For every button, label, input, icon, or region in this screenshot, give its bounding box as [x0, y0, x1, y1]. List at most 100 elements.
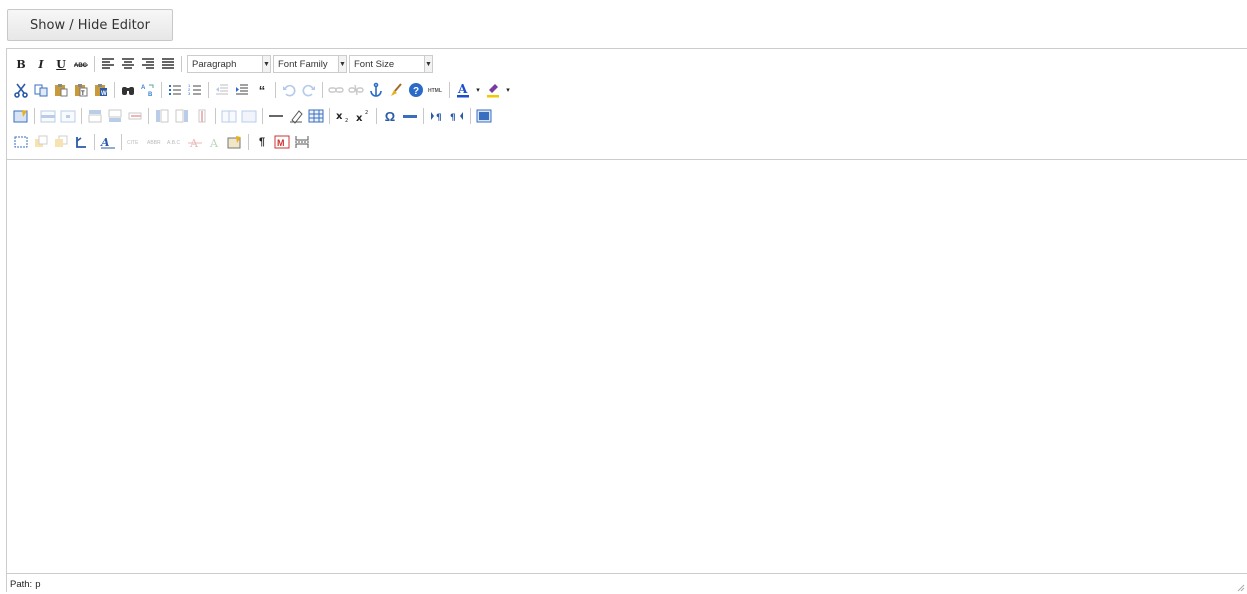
svg-text:ABBR: ABBR	[147, 140, 161, 146]
fullscreen-icon[interactable]	[476, 108, 492, 124]
table-row-props-icon[interactable]	[40, 108, 56, 124]
outdent-icon[interactable]	[214, 82, 230, 98]
non-breaking-icon[interactable]: M	[274, 134, 290, 150]
svg-text:B: B	[148, 92, 153, 98]
font-size-select[interactable]: Font Size ▼	[349, 55, 433, 73]
delete-row-icon[interactable]	[127, 108, 143, 124]
replace-icon[interactable]: AB	[140, 82, 156, 98]
path-element[interactable]: p	[35, 579, 40, 590]
ltr-icon[interactable]: ¶	[429, 108, 445, 124]
remove-format-icon[interactable]	[288, 108, 304, 124]
strikethrough-icon[interactable]: ABC	[73, 56, 89, 72]
toolbar-separator	[470, 108, 471, 124]
svg-text:¶: ¶	[450, 113, 456, 123]
toolbar-separator	[148, 108, 149, 124]
svg-text:T: T	[81, 91, 85, 97]
bold-icon[interactable]: B	[13, 56, 29, 72]
toolbar-separator	[81, 108, 82, 124]
font-color-icon[interactable]: A	[455, 82, 471, 98]
row-before-icon[interactable]	[87, 108, 103, 124]
row-after-icon[interactable]	[107, 108, 123, 124]
svg-text:CITE: CITE	[127, 140, 139, 146]
superscript-icon[interactable]: x2	[355, 108, 371, 124]
underline-icon[interactable]: U	[53, 56, 69, 72]
bullet-list-icon[interactable]	[167, 82, 183, 98]
svg-text:A: A	[100, 136, 110, 149]
toolbar-row-2: T W AB 123 “ ? HTML A ▾ ▾	[13, 80, 515, 100]
abbr-icon[interactable]: ABBR	[147, 134, 163, 150]
insert-hr-icon[interactable]	[402, 108, 418, 124]
toolbar-separator	[94, 56, 95, 72]
rtl-icon[interactable]: ¶	[449, 108, 465, 124]
show-blocks-icon[interactable]: ¶	[254, 134, 270, 150]
table-cell-props-icon[interactable]	[60, 108, 76, 124]
svg-text:3: 3	[188, 91, 191, 96]
italic-icon[interactable]: I	[33, 56, 49, 72]
toolbar-separator	[322, 82, 323, 98]
toolbar-separator	[181, 56, 182, 72]
special-char-icon[interactable]: Ω	[382, 108, 398, 124]
col-after-icon[interactable]	[174, 108, 190, 124]
align-right-icon[interactable]	[140, 56, 156, 72]
toolbar-separator	[215, 108, 216, 124]
redo-icon[interactable]	[301, 82, 317, 98]
editor-content-area[interactable]	[7, 160, 1247, 573]
col-before-icon[interactable]	[154, 108, 170, 124]
blockquote-icon[interactable]: “	[254, 82, 270, 98]
svg-text:?: ?	[413, 86, 419, 97]
indent-icon[interactable]	[234, 82, 250, 98]
svg-text:HTML: HTML	[428, 88, 442, 94]
html-source-icon[interactable]: HTML	[428, 82, 444, 98]
font-family-select-value: Font Family	[278, 58, 328, 70]
svg-text:A.B.C: A.B.C	[167, 140, 180, 146]
cleanup-icon[interactable]	[388, 82, 404, 98]
link-icon[interactable]	[328, 82, 344, 98]
cut-icon[interactable]	[13, 82, 29, 98]
deletion-icon[interactable]: A	[187, 134, 203, 150]
font-color-dropdown-icon[interactable]: ▾	[475, 82, 481, 98]
toolbar-separator	[329, 108, 330, 124]
delete-col-icon[interactable]	[194, 108, 210, 124]
paste-icon[interactable]	[53, 82, 69, 98]
font-family-select[interactable]: Font Family ▼	[273, 55, 347, 73]
insert-layer-icon[interactable]	[13, 134, 29, 150]
subscript-icon[interactable]: x2	[335, 108, 351, 124]
styles-icon[interactable]: A	[100, 134, 116, 150]
visual-aid-icon[interactable]	[308, 108, 324, 124]
help-icon[interactable]: ?	[408, 82, 424, 98]
paste-word-icon[interactable]: W	[93, 82, 109, 98]
align-left-icon[interactable]	[100, 56, 116, 72]
highlight-color-dropdown-icon[interactable]: ▾	[505, 82, 511, 98]
show-hide-editor-button[interactable]: Show / Hide Editor	[7, 9, 173, 41]
align-center-icon[interactable]	[120, 56, 136, 72]
svg-text:A: A	[209, 137, 219, 150]
insert-table-icon[interactable]	[13, 108, 29, 124]
cite-icon[interactable]: CITE	[127, 134, 143, 150]
split-cells-icon[interactable]	[221, 108, 237, 124]
find-icon[interactable]	[120, 82, 136, 98]
unlink-icon[interactable]	[348, 82, 364, 98]
merge-cells-icon[interactable]	[241, 108, 257, 124]
move-forward-icon[interactable]	[33, 134, 49, 150]
highlight-color-icon[interactable]	[485, 82, 501, 98]
anchor-icon[interactable]	[368, 82, 384, 98]
toolbar-separator	[161, 82, 162, 98]
move-backward-icon[interactable]	[53, 134, 69, 150]
align-justify-icon[interactable]	[160, 56, 176, 72]
copy-icon[interactable]	[33, 82, 49, 98]
toolbar-row-1: B I U ABC Paragraph ▼ Font Family ▼ Font S…	[13, 54, 435, 74]
resize-grip-icon[interactable]	[1237, 584, 1245, 592]
undo-icon[interactable]	[281, 82, 297, 98]
paste-text-icon[interactable]: T	[73, 82, 89, 98]
page-break-icon[interactable]	[294, 134, 310, 150]
acronym-icon[interactable]: A.B.C	[167, 134, 183, 150]
attributes-icon[interactable]	[227, 134, 243, 150]
chevron-down-icon: ▼	[424, 55, 433, 73]
toolbar-separator	[449, 82, 450, 98]
numbered-list-icon[interactable]: 123	[187, 82, 203, 98]
horizontal-rule-icon[interactable]	[268, 108, 284, 124]
insertion-icon[interactable]: A	[207, 134, 223, 150]
absolute-position-icon[interactable]	[73, 134, 89, 150]
path-label: Path:	[10, 579, 33, 590]
format-select[interactable]: Paragraph ▼	[187, 55, 271, 73]
